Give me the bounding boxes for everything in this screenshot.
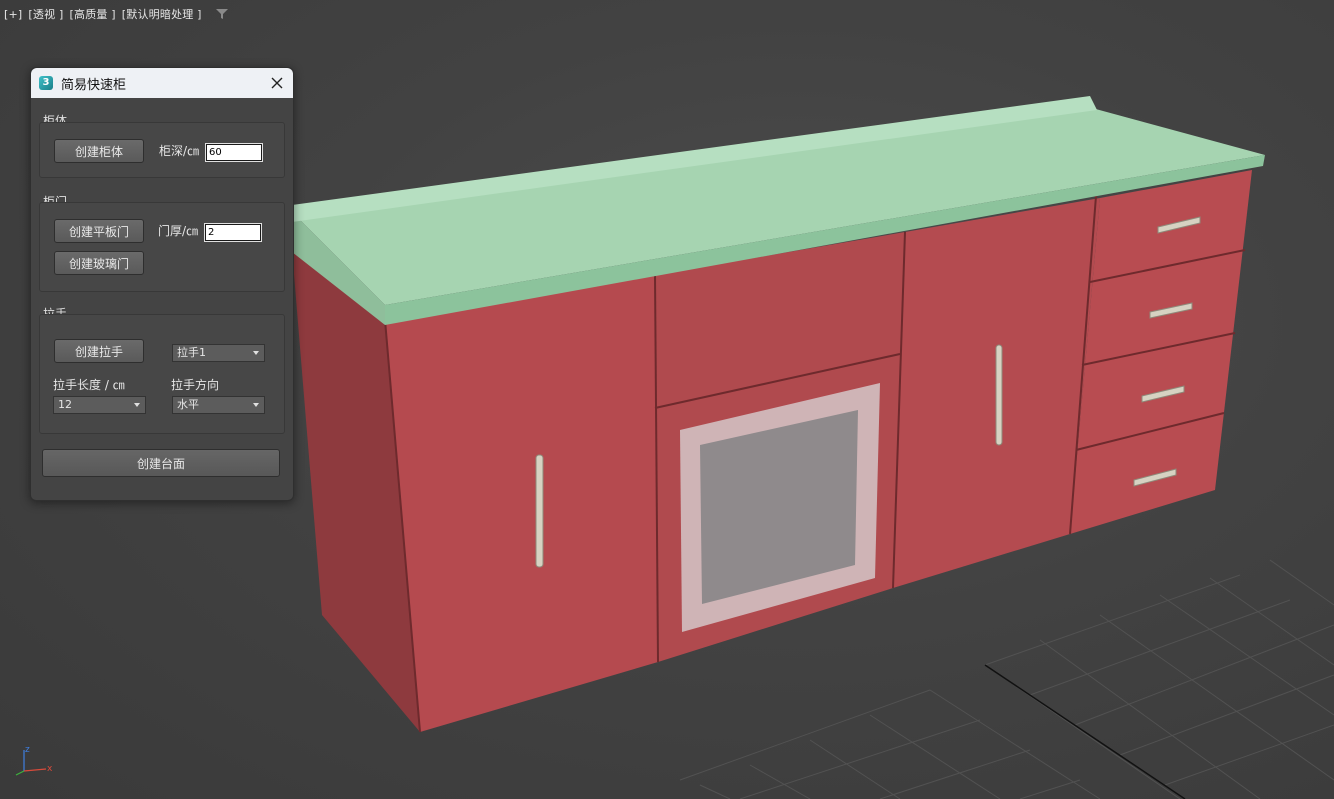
close-icon[interactable] <box>269 75 285 91</box>
chevron-down-icon <box>253 351 259 355</box>
create-cabinet-button[interactable]: 创建柜体 <box>54 139 144 163</box>
handle-direction-value: 水平 <box>177 398 199 411</box>
axis-gizmo: z x <box>15 745 53 776</box>
handle-direction-select[interactable]: 水平 <box>172 396 265 414</box>
handle-direction-label: 拉手方向 <box>171 378 220 392</box>
handle-group <box>39 314 285 434</box>
app-3dsmax-icon: 3 <box>39 76 53 90</box>
chevron-down-icon <box>134 403 140 407</box>
cabinet-depth-input[interactable]: 60 <box>205 143 263 162</box>
create-flat-door-button[interactable]: 创建平板门 <box>54 219 144 243</box>
cabinet-depth-label: 柜深/㎝ <box>159 144 200 158</box>
handle-length-select[interactable]: 12 <box>53 396 146 414</box>
create-glass-door-button[interactable]: 创建玻璃门 <box>54 251 144 275</box>
handle-type-value: 拉手1 <box>177 346 206 359</box>
handle-type-select[interactable]: 拉手1 <box>172 344 265 362</box>
handle-left-door <box>535 454 544 568</box>
cabinet-front-left <box>385 275 658 732</box>
handle-length-value: 12 <box>58 398 72 411</box>
quick-cabinet-dialog: 3 简易快速柜 柜体 创建柜体 柜深/㎝ 60 柜门 创建平板门 门厚/㎝ 2 … <box>30 67 294 501</box>
dialog-title: 简易快速柜 <box>61 77 127 93</box>
axis-z-label: z <box>25 745 30 755</box>
axis-x-label: x <box>47 764 53 774</box>
chevron-down-icon <box>253 403 259 407</box>
dialog-titlebar[interactable]: 3 简易快速柜 <box>31 68 293 98</box>
create-countertop-button[interactable]: 创建台面 <box>42 449 280 477</box>
door-thickness-label: 门厚/㎝ <box>158 224 199 238</box>
world-axis-line <box>984 664 1186 799</box>
create-handle-button[interactable]: 创建拉手 <box>54 339 144 363</box>
door-group <box>39 202 285 292</box>
handle-length-label: 拉手长度 / ㎝ <box>53 378 125 392</box>
handle-right-door <box>995 344 1003 446</box>
door-thickness-input[interactable]: 2 <box>204 223 262 242</box>
